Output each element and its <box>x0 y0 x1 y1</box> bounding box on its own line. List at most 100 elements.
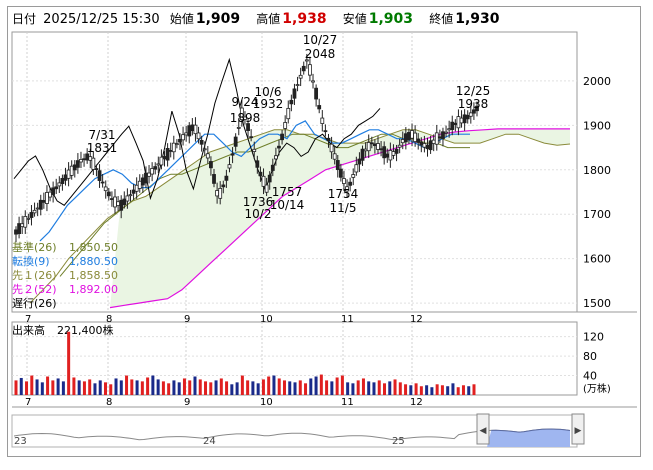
x-tick-label-vol: 10 <box>260 397 273 408</box>
legend-label: 遅行(26) <box>12 297 57 310</box>
candle-body <box>26 217 31 220</box>
candle-body <box>236 126 241 129</box>
x-tick-label-vol: 11 <box>341 397 354 408</box>
volume-tick-label: 120 <box>583 331 604 344</box>
candle-body <box>218 188 223 199</box>
volume-bar <box>214 380 218 395</box>
candle-body <box>205 153 210 159</box>
candle-body <box>131 189 136 194</box>
candle-body <box>153 166 158 170</box>
candle-body <box>382 146 387 159</box>
mini-label: 24 <box>203 436 216 447</box>
volume-bar <box>472 384 476 395</box>
chevron-right-icon: ▶ <box>575 426 582 436</box>
candle-body <box>147 172 151 177</box>
volume-bar <box>35 379 39 395</box>
candle-body <box>403 133 408 143</box>
candle-body <box>181 134 185 141</box>
candle-body <box>468 112 473 117</box>
candle-body <box>82 158 86 161</box>
volume-tick-label: 80 <box>583 350 597 363</box>
volume-bar <box>151 375 155 395</box>
volume-bar <box>51 380 55 395</box>
candle-body <box>199 139 204 145</box>
candle-body <box>366 142 371 152</box>
volume-bar <box>30 375 34 395</box>
legend-label: 基準(26) <box>12 240 57 254</box>
volume-bar <box>304 383 308 395</box>
candle-body <box>360 148 365 161</box>
candle-body <box>286 107 291 120</box>
candle-body <box>283 122 288 129</box>
volume-bar <box>277 378 281 395</box>
candle-body <box>329 143 334 153</box>
candle-body <box>317 105 322 110</box>
x-tick-label-vol: 9 <box>184 397 190 408</box>
price-tick-label: 1500 <box>583 297 611 310</box>
volume-bar <box>340 375 344 395</box>
volume-bar <box>251 381 255 395</box>
legend-label: 転換(9) <box>12 255 50 268</box>
volume-bar <box>430 387 434 395</box>
candle-body <box>363 148 368 152</box>
x-tick-label: 12 <box>410 314 423 325</box>
volume-bar <box>167 383 171 395</box>
candle-body <box>193 124 198 135</box>
volume-bar <box>56 378 60 395</box>
candle-body <box>332 153 337 160</box>
candle-body <box>134 184 139 192</box>
volume-bar <box>40 382 44 395</box>
candle-body <box>190 124 195 132</box>
candle-body <box>57 182 62 187</box>
candle-body <box>94 168 99 170</box>
candle-body <box>255 160 260 168</box>
candle-body <box>215 190 220 197</box>
candle-body <box>376 143 380 150</box>
candle-body <box>267 174 272 183</box>
annotation-date: 10/27 <box>303 33 338 47</box>
x-tick-label-vol: 8 <box>106 397 112 408</box>
volume-bar <box>461 385 465 395</box>
volume-bar <box>351 383 355 395</box>
volume-title: 出来高 <box>12 323 45 337</box>
volume-bar <box>282 380 286 395</box>
volume-bar <box>314 376 318 395</box>
volume-bar <box>209 382 213 395</box>
price-tick-label: 1900 <box>583 119 611 132</box>
volume-bar <box>414 383 418 395</box>
volume-bar <box>240 375 244 395</box>
candle-body <box>298 74 303 79</box>
candle-body <box>137 180 142 189</box>
candle-body <box>54 186 59 190</box>
volume-bar <box>119 380 123 395</box>
candle-body <box>119 199 124 211</box>
candle-body <box>63 174 68 181</box>
volume-bar <box>146 377 150 395</box>
volume-tick-label: 40 <box>583 370 597 383</box>
volume-bar <box>330 381 334 395</box>
candle-body <box>456 116 461 129</box>
volume-bar <box>398 382 402 395</box>
candle-body <box>17 223 21 235</box>
candle-body <box>209 161 213 169</box>
candle-body <box>23 216 28 228</box>
candle-body <box>45 192 49 204</box>
candle-body <box>79 159 83 163</box>
candle-body <box>60 177 65 185</box>
volume-bar <box>98 380 102 395</box>
candle-body <box>122 198 127 206</box>
candle-body <box>292 88 297 99</box>
volume-bar <box>404 384 408 395</box>
candle-body <box>372 143 377 147</box>
volume-bar <box>372 382 376 395</box>
candle-body <box>261 175 266 187</box>
volume-bar <box>93 383 97 395</box>
volume-bar <box>82 381 86 395</box>
volume-bar <box>409 385 413 395</box>
candle-body <box>116 201 121 206</box>
candle-body <box>212 174 216 184</box>
candle-body <box>128 194 133 197</box>
candle-body <box>258 171 263 177</box>
volume-bar <box>25 381 29 395</box>
legend-label: 先２(52) <box>12 283 57 296</box>
